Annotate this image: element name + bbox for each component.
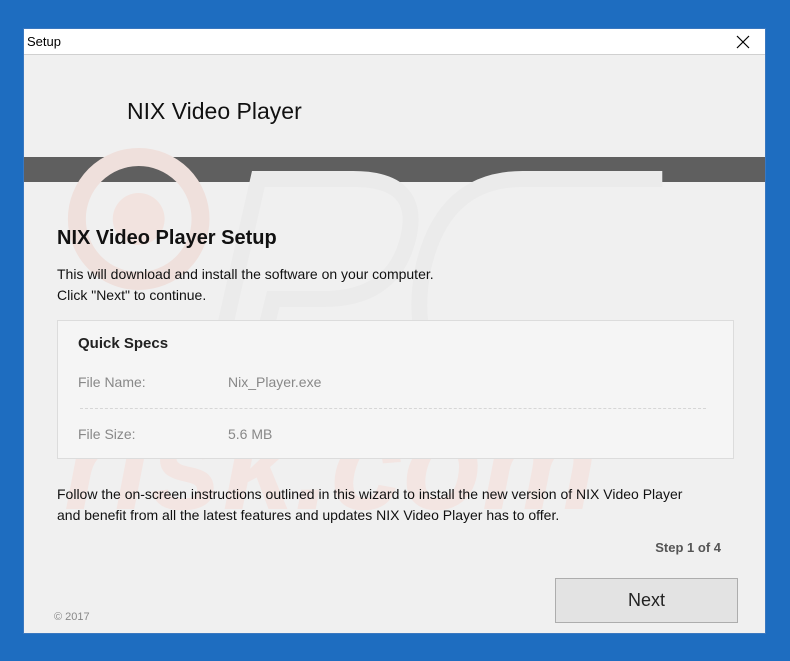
file-name-label: File Name: [78, 374, 146, 390]
close-icon [736, 35, 750, 48]
specs-divider [80, 408, 706, 409]
setup-title: NIX Video Player Setup [57, 227, 277, 249]
setup-window: Setup NIX Video Player risk.com NIX Vide… [23, 28, 766, 634]
close-button[interactable] [721, 29, 765, 54]
instructions-line-2: and benefit from all the latest features… [57, 507, 560, 523]
instructions-text: Follow the on-screen instructions outlin… [57, 484, 682, 526]
copyright-text: © 2017 [54, 611, 90, 623]
intro-text: This will download and install the softw… [57, 264, 434, 306]
title-bar: Setup [24, 29, 765, 55]
header-divider-bar [24, 157, 765, 182]
step-indicator: Step 1 of 4 [655, 540, 721, 555]
instructions-line-1: Follow the on-screen instructions outlin… [57, 486, 683, 502]
quick-specs-title: Quick Specs [78, 335, 169, 352]
app-name: NIX Video Player [127, 98, 302, 124]
window-title: Setup [27, 34, 61, 49]
next-button[interactable]: Next [555, 578, 738, 623]
file-size-value: 5.6 MB [228, 426, 273, 442]
intro-line-1: This will download and install the softw… [57, 266, 434, 282]
file-size-label: File Size: [78, 426, 136, 442]
intro-line-2: Click "Next" to continue. [57, 287, 207, 303]
header-area: NIX Video Player [24, 55, 765, 157]
quick-specs-panel: Quick Specs File Name: Nix_Player.exe Fi… [57, 320, 734, 459]
file-name-value: Nix_Player.exe [228, 374, 322, 390]
